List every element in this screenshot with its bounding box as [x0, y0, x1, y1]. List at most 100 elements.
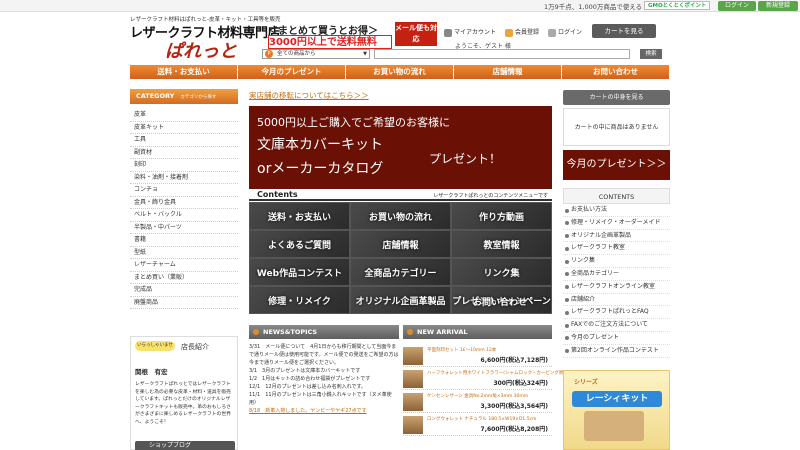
- category-item[interactable]: まとめ買い（業販）: [130, 272, 238, 284]
- menu-repair[interactable]: 修理・リメイク: [249, 286, 350, 314]
- category-item[interactable]: 書籍: [130, 234, 238, 247]
- menu-store[interactable]: 店舗情報: [350, 230, 451, 258]
- free-shipping-banner[interactable]: ＜まとめて買うとお得＞ 3000円以上で送料無料: [268, 22, 392, 50]
- category-item[interactable]: 副資材: [130, 147, 238, 159]
- menu-categories[interactable]: 全商品カテゴリー: [350, 258, 451, 286]
- arrival-item[interactable]: ロングウォレット ナチュラル 180.5×W19×D1.5cm 7,600円(税込…: [403, 414, 552, 436]
- search-button[interactable]: 検索: [640, 49, 662, 59]
- contents-item[interactable]: 修理・リメイク・オーダーメイド: [563, 217, 670, 230]
- search-bar: P 全ての商品から ▼ 検索: [262, 49, 670, 59]
- news-item[interactable]: 8/18 新革入荷しました。ヤンピーやヤギ27点です: [249, 407, 399, 415]
- cart-empty-box: カートの中に商品はありません: [563, 108, 670, 146]
- category-item[interactable]: レザーチャーム: [130, 259, 238, 272]
- contents-item[interactable]: お支払い方法: [563, 204, 670, 217]
- arrival-price: 300円(税込324円): [493, 380, 548, 387]
- menu-video[interactable]: 作り方動画: [451, 202, 552, 230]
- promo-line4: プレゼント！: [429, 152, 502, 166]
- contents-sidebar: CONTENTS お支払い方法 修理・リメイク・オーダーメイド オリジナル企画革…: [563, 188, 670, 358]
- product-thumbnail: [403, 347, 423, 365]
- category-title: CATEGORY: [136, 92, 175, 100]
- contents-item[interactable]: リンク集: [563, 255, 670, 268]
- side-cart-button[interactable]: カートの中身を見る: [563, 90, 670, 105]
- category-item[interactable]: 染料・油剤・接着剤: [130, 172, 238, 184]
- news-item: 3/31 メール便について 4月1日からも移行期間として当面今まで通りメール便は…: [249, 344, 399, 366]
- member-register-label: 会員登録: [515, 29, 540, 36]
- category-item[interactable]: 型紙: [130, 247, 238, 259]
- menu-contest[interactable]: Web作品コンテスト: [249, 258, 350, 286]
- member-register-link[interactable]: 会員登録: [505, 27, 539, 37]
- category-item[interactable]: 皮革: [130, 109, 238, 122]
- category-item[interactable]: コンチョ: [130, 184, 238, 197]
- top-login-button[interactable]: ログイン: [718, 1, 756, 11]
- menu-contact[interactable]: お問い合わせ: [450, 294, 550, 312]
- search-scope-select[interactable]: P 全ての商品から ▼: [262, 49, 370, 59]
- menu-faq[interactable]: よくあるご質問: [249, 230, 350, 258]
- present-link[interactable]: 今月のプレゼント＞＞: [563, 150, 670, 180]
- arrival-name: ロングウォレット ナチュラル 180.5×W19×D1.5cm: [427, 417, 537, 422]
- nav-shipping[interactable]: 送料・お支払い: [130, 65, 238, 79]
- arrival-item[interactable]: ケンセンレザーシ 金具No.2mm角×3mm 30mm 3,300円(税込3,56…: [403, 391, 552, 413]
- gmo-points-badge[interactable]: GMOとくとくポイント: [644, 1, 711, 10]
- category-item[interactable]: ベルト・バックル: [130, 209, 238, 222]
- contents-item[interactable]: 今月のプレゼント: [563, 332, 670, 345]
- category-item[interactable]: 皮革キット: [130, 122, 238, 134]
- contents-subtitle: レザークラフトぱれっとのコンテンツメニューです: [433, 193, 548, 199]
- news-list: 3/31 メール便について 4月1日からも移行期間として当面今まで通りメール便は…: [249, 343, 399, 415]
- login-icon: [548, 28, 556, 37]
- menu-flow[interactable]: お買い物の流れ: [350, 202, 451, 230]
- news-item: 3/1 3月のプレゼントは文庫本カバーキットです: [249, 368, 361, 374]
- promo-banner[interactable]: 5000円以上ご購入でご希望のお客様に 文庫本カバーキット orメーカーカタログ…: [249, 106, 552, 189]
- contents-item[interactable]: 全商品カテゴリー: [563, 268, 670, 281]
- banner-kit-label: レーシィキット: [572, 391, 662, 407]
- category-header: CATEGORY カテゴリから探す: [130, 89, 238, 104]
- category-item[interactable]: 完成品: [130, 284, 238, 297]
- store-move-link[interactable]: 実店舗の移転についてはこちら＞＞: [249, 90, 369, 101]
- arrival-name: 平面刻印セット 1£～10mm 12本: [427, 348, 497, 353]
- arrival-name: ケンセンレザーシ 金具No.2mm角×3mm 30mm: [427, 394, 529, 399]
- contents-title: Contents: [257, 190, 298, 199]
- news-item: 12/1 12月のプレゼントは差し込み名刺入れです。: [249, 384, 366, 390]
- product-thumbnail: [403, 370, 423, 388]
- logo-name[interactable]: ぱれっと: [165, 37, 237, 63]
- my-account-link[interactable]: マイアカウント: [444, 27, 496, 37]
- top-register-button[interactable]: 新規登録: [758, 1, 798, 11]
- category-item[interactable]: 金具・飾り金具: [130, 197, 238, 209]
- category-item[interactable]: 半製品・中パーツ: [130, 222, 238, 234]
- register-icon: [505, 28, 513, 37]
- lacy-kit-banner[interactable]: シリーズ レーシィキット: [563, 370, 670, 450]
- contents-item[interactable]: レザークラフトオンライン教室: [563, 281, 670, 294]
- contents-item[interactable]: FAXでのご注文方法について: [563, 319, 670, 332]
- menu-original[interactable]: オリジナル企画革製品: [350, 286, 451, 314]
- main-nav: 送料・お支払い 今月のプレゼント お買い物の流れ 店舗情報 お問い合わせ: [130, 65, 670, 79]
- menu-class[interactable]: 教室情報: [451, 230, 552, 258]
- owner-bio: レザークラフトぱれっとではレザークラフトを楽しむ為の必要な皮革・材料・道具を販売…: [135, 382, 231, 425]
- nav-present[interactable]: 今月のプレゼント: [238, 65, 346, 79]
- product-thumbnail: [403, 416, 423, 434]
- category-item[interactable]: 刻印: [130, 159, 238, 172]
- news-item: 1/2 1月はキットの詰め合わせ福袋がプレゼントです: [249, 376, 371, 382]
- arrival-item[interactable]: ハーフウォレット用ホワイトフラワー(シャムロック・カービング原寸) 300円(税込…: [403, 368, 570, 390]
- shop-blog-button[interactable]: ショップブログ: [135, 441, 235, 450]
- contents-item[interactable]: レザークラフトぱれっとFAQ: [563, 306, 670, 320]
- contents-item[interactable]: 第2回オンライン作品コンテスト: [563, 345, 670, 358]
- login-link[interactable]: ログイン: [548, 27, 582, 37]
- category-item[interactable]: 工具: [130, 134, 238, 147]
- owner-tag: いらっしゃいませ: [135, 341, 175, 351]
- nav-contact[interactable]: お問い合わせ: [562, 65, 670, 79]
- arrival-item[interactable]: 平面刻印セット 1£～10mm 12本 6,600円(税込7,128円): [403, 345, 552, 367]
- banner-series-label: シリーズ: [574, 379, 598, 386]
- category-item[interactable]: 廃盤商品: [130, 297, 238, 309]
- nav-flow[interactable]: お買い物の流れ: [346, 65, 454, 79]
- nav-store[interactable]: 店舗情報: [454, 65, 562, 79]
- search-input[interactable]: [374, 49, 630, 59]
- contents-item[interactable]: レザークラフト教室: [563, 242, 670, 256]
- bullet-icon: [253, 329, 259, 335]
- contents-item[interactable]: オリジナル企画革製品: [563, 230, 670, 243]
- promo-line2: 文庫本カバーキット: [257, 137, 383, 153]
- menu-links[interactable]: リンク集: [451, 258, 552, 286]
- contents-item[interactable]: 店舗紹介: [563, 294, 670, 307]
- view-cart-button[interactable]: カートを見る: [592, 24, 656, 38]
- news-title: NEWS&TOPICS: [263, 328, 318, 336]
- menu-shipping[interactable]: 送料・お支払い: [249, 202, 350, 230]
- news-header: NEWS&TOPICS: [249, 325, 399, 339]
